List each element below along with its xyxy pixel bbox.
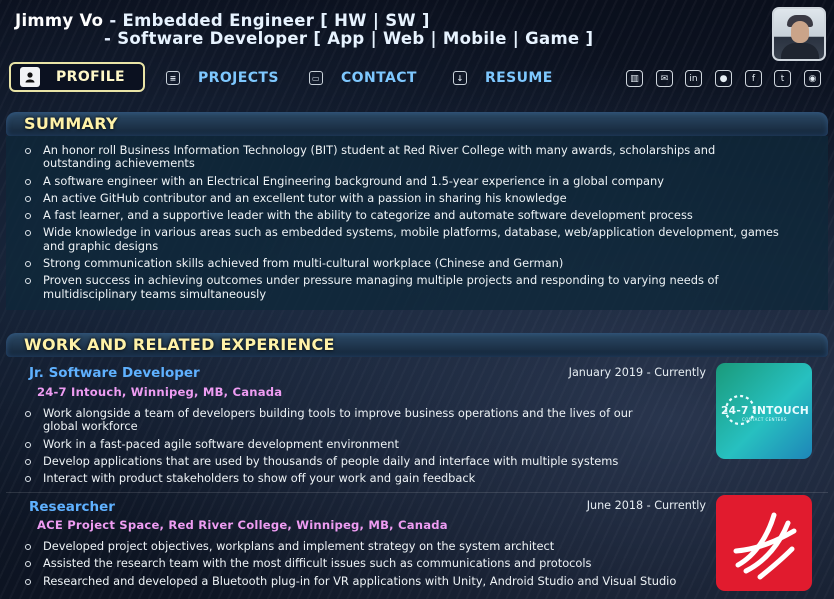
work-title: WORK AND RELATED EXPERIENCE [24,335,335,354]
linkedin-icon[interactable]: in [685,70,702,87]
title-line-2: - Software Developer [ App | Web | Mobil… [104,29,594,48]
job-date: June 2018 - Currently [586,499,706,512]
location-pin-icon[interactable]: ◉ [804,70,821,87]
list-item: Assisted the research team with the most… [6,556,686,570]
intouch-logo-subtext: CONTACT CENTERS [742,417,787,422]
header: Jimmy Vo - Embedded Engineer [ HW | SW ]… [0,0,834,61]
facebook-icon[interactable]: f [745,70,762,87]
nav-contact-label: CONTACT [341,70,417,86]
role-embedded: Embedded Engineer [122,11,315,30]
twitter-icon[interactable]: t [774,70,791,87]
list-item: An active GitHub contributor and an exce… [6,191,786,205]
list-item: A software engineer with an Electrical E… [6,174,786,188]
list-item: Proven success in achieving outcomes und… [6,274,786,301]
nav-profile-tab[interactable]: PROFILE [9,62,145,92]
job-entry: Jr. Software Developer January 2019 - Cu… [6,357,828,492]
nav-resume-label: RESUME [485,70,553,86]
code-icon: ≡ [166,71,180,85]
list-item: Interact with product stakeholders to sh… [6,471,666,485]
job-date: January 2019 - Currently [568,366,706,379]
list-item: Develop applications that are used by th… [6,454,666,468]
nav-resume-tab[interactable]: ↓ RESUME [453,64,553,92]
job-bullets: Work alongside a team of developers buil… [6,406,666,485]
avatar [772,7,826,61]
nav-profile-label: PROFILE [56,69,125,85]
list-item: Work alongside a team of developers buil… [6,406,666,434]
nav-contact-tab[interactable]: ▭ CONTACT [309,64,417,92]
role-embedded-tags: [ HW | SW ] [320,11,430,30]
list-item: Wide knowledge in various areas such as … [6,226,786,253]
intouch-logo-text: 24-7 INTOUCH [721,405,810,417]
download-icon: ↓ [453,71,467,85]
job-title: Jr. Software Developer [29,365,200,381]
person-name: Jimmy Vo [15,11,104,30]
company-logo-red-river-college [716,495,812,591]
job-entry: Researcher June 2018 - Currently ACE Pro… [6,493,828,599]
contact-card-icon: ▭ [309,71,323,85]
work-header: WORK AND RELATED EXPERIENCE [6,333,828,357]
summary-title: SUMMARY [24,114,118,133]
job-bullets: Developed project objectives, workplans … [6,539,686,588]
summary-header: SUMMARY [6,112,828,136]
title-line-1: Jimmy Vo - Embedded Engineer [ HW | SW ] [15,11,430,30]
list-item: A fast learner, and a supportive leader … [6,208,786,222]
main-nav: PROFILE ≡ PROJECTS ▭ CONTACT ↓ RESUME ▥ … [0,60,834,98]
list-item: Work in a fast-paced agile software deve… [6,437,666,451]
mail-icon[interactable]: ✉ [656,70,673,87]
list-item: Strong communication skills achieved fro… [6,256,786,270]
job-company: ACE Project Space, Red River College, Wi… [37,518,448,532]
summary-list: An honor roll Business Information Techn… [6,143,786,301]
github-icon[interactable]: ● [715,70,732,87]
nav-projects-tab[interactable]: ≡ PROJECTS [166,64,279,92]
job-company: 24-7 Intouch, Winnipeg, MB, Canada [37,385,283,399]
trash-icon[interactable]: ▥ [626,70,643,87]
job-title: Researcher [29,499,115,515]
role-software: Software Developer [117,29,308,48]
role-software-tags: [ App | Web | Mobile | Game ] [313,29,594,48]
user-icon [20,67,40,87]
nav-projects-label: PROJECTS [198,70,279,86]
summary-body: An honor roll Business Information Techn… [6,136,828,310]
list-item: Developed project objectives, workplans … [6,539,686,553]
list-item: Researched and developed a Bluetooth plu… [6,574,686,588]
company-logo-intouch: 24-7 INTOUCH CONTACT CENTERS [716,363,812,459]
list-item: An honor roll Business Information Techn… [6,143,786,171]
